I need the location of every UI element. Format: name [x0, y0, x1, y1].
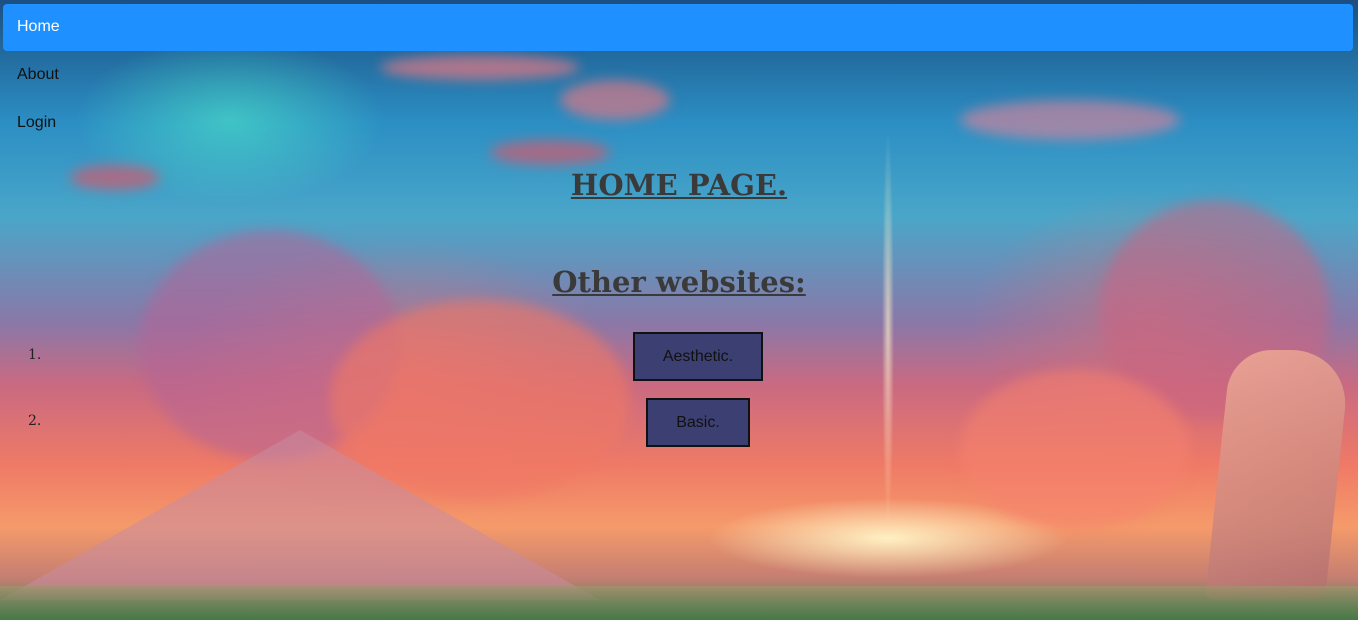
nav-item-about[interactable]: About [0, 51, 1358, 99]
nav-item-login[interactable]: Login [0, 99, 1358, 147]
top-nav: Home About Login [0, 0, 1358, 147]
list-number: 1. [28, 347, 42, 363]
list-number: 2. [28, 413, 42, 429]
nav-item-home[interactable]: Home [3, 4, 1353, 51]
basic-site-button[interactable]: Basic. [646, 398, 750, 447]
section-heading: Other websites: [552, 265, 806, 299]
aesthetic-site-button[interactable]: Aesthetic. [633, 332, 763, 381]
page-title: HOME PAGE. [570, 168, 788, 202]
